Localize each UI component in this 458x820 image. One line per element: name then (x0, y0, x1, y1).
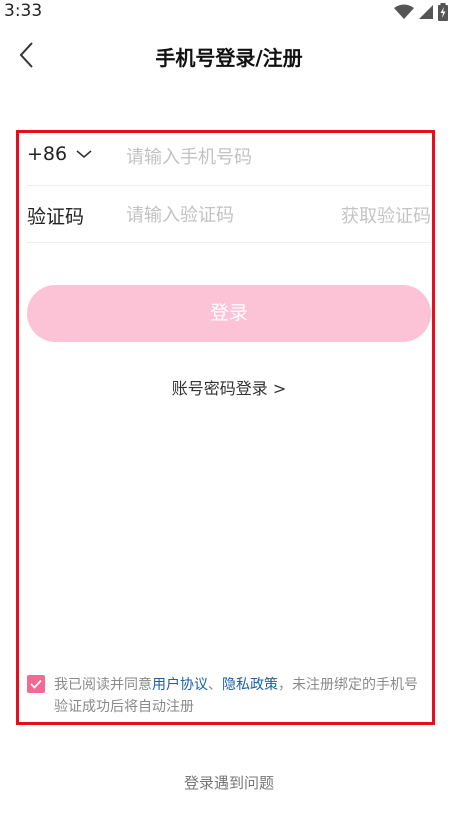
code-label: 验证码 (27, 206, 85, 228)
chevron-down-icon (76, 150, 92, 159)
get-code-button[interactable]: 获取验证码 (341, 202, 431, 228)
login-help-link[interactable]: 登录遇到问题 (0, 772, 458, 793)
phone-row: +86 (26, 134, 431, 186)
status-icons (394, 3, 448, 21)
code-row: 验证码 获取验证码 (26, 186, 431, 243)
signal-icon (419, 5, 433, 19)
agreement-text: 我已阅读并同意用户协议、隐私政策，未注册绑定的手机号验证成功后将自动注册 (54, 674, 431, 718)
checkmark-icon (30, 679, 42, 689)
country-code-selector[interactable]: +86 (27, 143, 93, 165)
status-time: 3:33 (4, 1, 43, 21)
phone-input[interactable] (126, 142, 416, 172)
nav-bar: 手机号登录/注册 (0, 30, 458, 80)
battery-charging-icon (438, 3, 448, 21)
privacy-policy-link[interactable]: 隐私政策 (222, 677, 278, 693)
page-title: 手机号登录/注册 (155, 46, 303, 70)
account-login-link[interactable]: 账号密码登录 > (0, 375, 458, 399)
code-input[interactable] (126, 200, 316, 230)
user-agreement-link[interactable]: 用户协议 (152, 677, 208, 693)
agreement-prefix: 我已阅读并同意 (54, 677, 152, 693)
status-bar: 3:33 (0, 0, 458, 24)
login-button[interactable]: 登录 (27, 285, 431, 342)
agreement-separator: 、 (208, 677, 222, 693)
agreement-checkbox[interactable] (27, 675, 45, 693)
wifi-icon (394, 4, 414, 19)
country-code-value: +86 (27, 143, 68, 165)
